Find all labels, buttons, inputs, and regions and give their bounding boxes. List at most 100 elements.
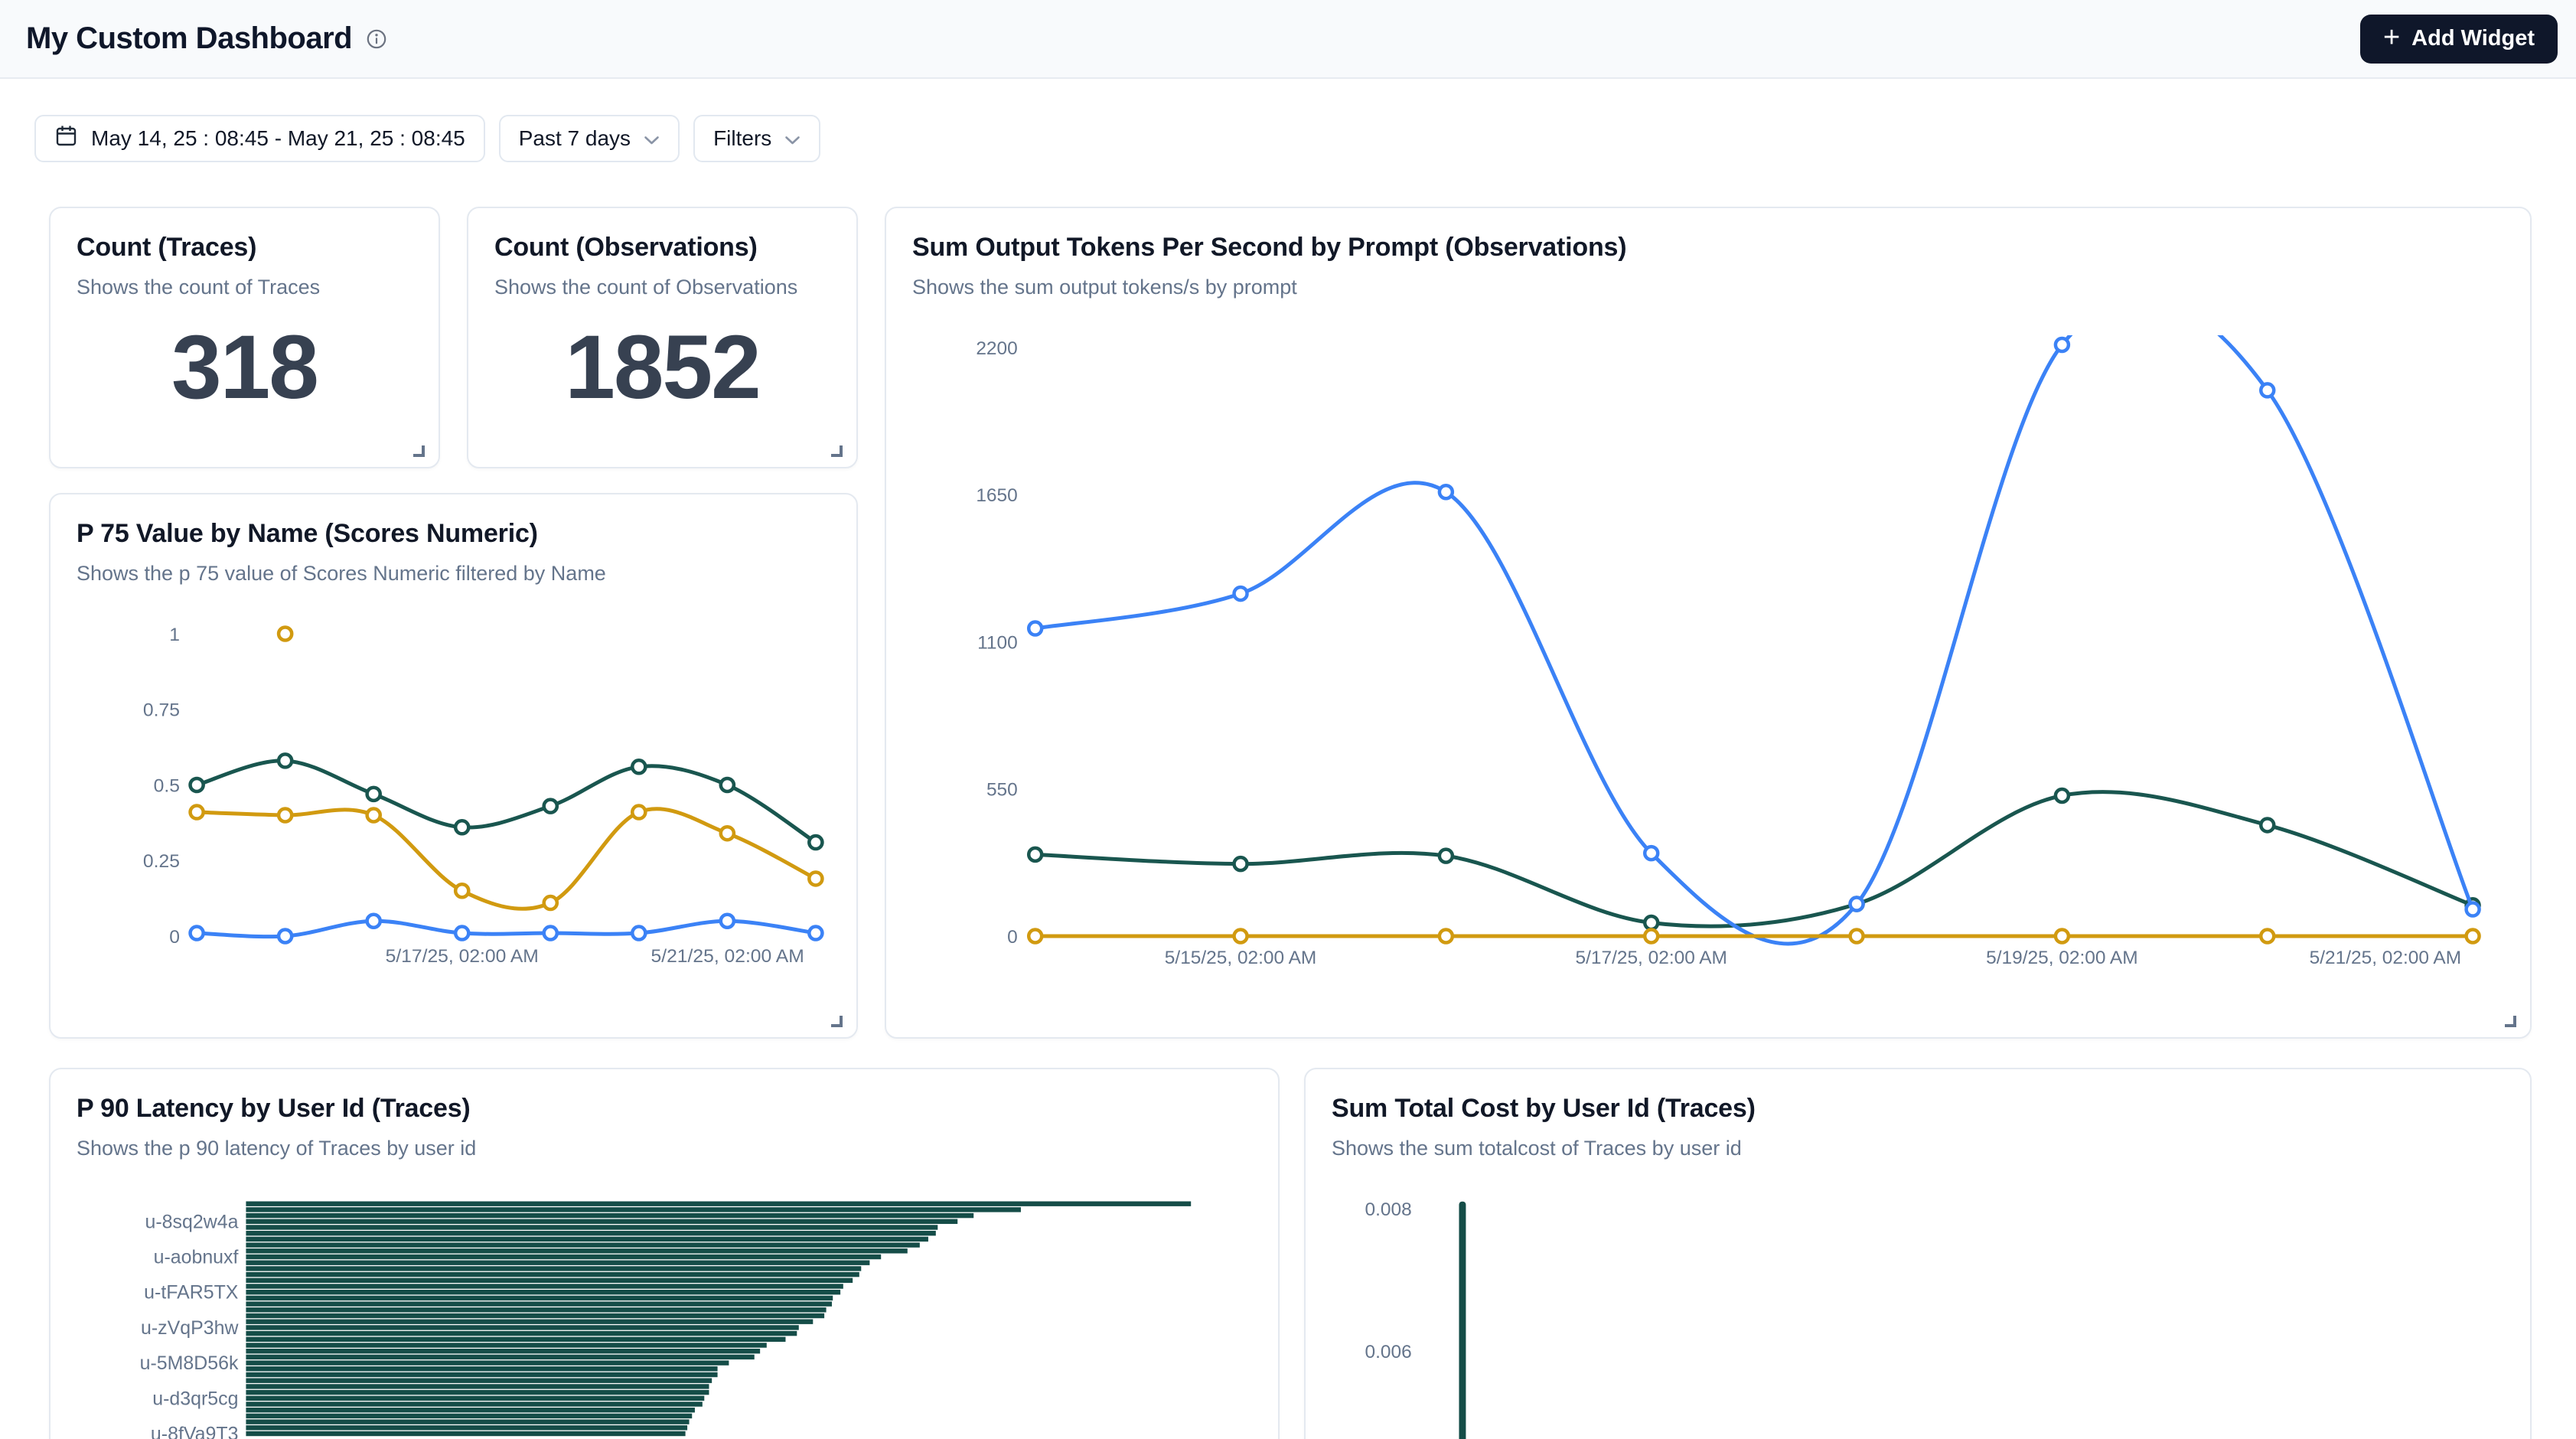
date-preset-value: Past 7 days [519,126,631,151]
date-range-value: May 14, 25 : 08:45 - May 21, 25 : 08:45 [91,126,465,151]
bar [246,1242,919,1247]
bar [246,1202,1191,1206]
bar [246,1231,935,1235]
widget-subtitle: Shows the p 90 latency of Traces by user… [77,1135,1252,1161]
widget-title: Count (Traces) [77,231,412,263]
bar [246,1419,689,1424]
markers-score-series-blue [191,915,823,943]
filters-dropdown[interactable]: Filters [693,115,820,162]
markers-prompt-series-green [1029,789,2479,929]
bar [246,1313,824,1318]
y-axis-labels: 0.008 0.006 [1365,1199,1412,1362]
bar [1459,1202,1466,1439]
svg-text:u-tFAR5TX: u-tFAR5TX [144,1282,239,1304]
filter-toolbar: May 14, 25 : 08:45 - May 21, 25 : 08:45 … [34,115,2532,162]
widget-title: P 90 Latency by User Id (Traces) [77,1092,1252,1124]
widget-tokens-per-second: Sum Output Tokens Per Second by Prompt (… [885,207,2532,1039]
line-score-series-gold [197,809,816,909]
bar [246,1396,704,1401]
resize-handle-icon[interactable] [413,445,425,457]
line-prompt-series-blue [1035,335,2473,944]
bar [246,1343,766,1347]
svg-text:5/19/25, 02:00 AM: 5/19/25, 02:00 AM [1986,948,2137,968]
bar [246,1272,859,1277]
bar [246,1213,973,1218]
widget-subtitle: Shows the count of Observations [494,274,830,300]
bar [246,1307,826,1312]
svg-text:0.75: 0.75 [143,700,180,721]
bar [246,1349,760,1353]
widget-title: P 75 Value by Name (Scores Numeric) [77,517,830,550]
widget-title: Sum Output Tokens Per Second by Prompt (… [912,231,2504,263]
bar [246,1360,729,1365]
plus-icon: + [2383,23,2400,52]
svg-text:0.006: 0.006 [1365,1342,1412,1362]
widget-subtitle: Shows the p 75 value of Scores Numeric f… [77,560,830,586]
bar [246,1261,869,1265]
svg-text:5/21/25, 02:00 AM: 5/21/25, 02:00 AM [651,946,804,967]
add-widget-label: Add Widget [2411,26,2535,51]
widget-grid-top: Count (Traces) Shows the count of Traces… [49,207,2532,1039]
widget-count-traces: Count (Traces) Shows the count of Traces… [49,207,440,468]
x-axis-labels: 5/15/25, 02:00 AM5/17/25, 02:00 AM5/19/2… [1165,948,2461,968]
markers-score-series-gold-single [279,628,292,641]
bar [246,1248,907,1253]
bar [246,1355,754,1359]
info-icon[interactable] [366,28,387,50]
bar [246,1278,853,1283]
bar [246,1366,717,1371]
resize-handle-icon[interactable] [2505,1016,2516,1027]
page-title: My Custom Dashboard [26,21,352,56]
date-range-picker[interactable]: May 14, 25 : 08:45 - May 21, 25 : 08:45 [34,115,485,162]
p90-hbar-chart: u-8sq2w4au-aobnuxfu-tFAR5TXu-zVqP3hwu-5M… [77,1196,1252,1439]
svg-text:u-zVqP3hw: u-zVqP3hw [141,1317,239,1339]
p75-line-chart: 00.250.50.7515/17/25, 02:00 AM5/21/25, 0… [77,622,830,981]
widget-subtitle: Shows the sum totalcost of Traces by use… [1332,1135,2504,1161]
resize-handle-icon[interactable] [831,445,843,457]
widget-sum-total-cost: Sum Total Cost by User Id (Traces) Shows… [1304,1068,2532,1439]
widget-title: Count (Observations) [494,231,830,263]
date-preset-dropdown[interactable]: Past 7 days [499,115,680,162]
widget-p75-value: P 75 Value by Name (Scores Numeric) Show… [49,493,858,1039]
bar [246,1320,813,1324]
svg-text:0.008: 0.008 [1365,1199,1412,1220]
bar [246,1401,702,1406]
count-traces-value: 318 [77,300,412,444]
svg-text:0: 0 [1007,927,1018,948]
svg-text:550: 550 [986,780,1018,801]
category-labels: u-8sq2w4au-aobnuxfu-tFAR5TXu-zVqP3hwu-5M… [140,1211,240,1439]
bar [246,1325,798,1330]
latency-bars [246,1202,1191,1437]
svg-text:u-d3qr5cg: u-d3qr5cg [152,1388,238,1409]
tokens-line-chart: 05501100165022005/15/25, 02:00 AM5/17/25… [912,335,2504,994]
x-axis-labels: 5/17/25, 02:00 AM5/21/25, 02:00 AM [386,946,804,967]
bar [246,1301,832,1306]
y-axis-labels: 0550110016502200 [976,338,1017,948]
bar [246,1255,881,1259]
svg-text:0.25: 0.25 [143,851,180,872]
svg-text:1: 1 [169,625,180,645]
bar [246,1425,687,1430]
line-prompt-series-green [1035,792,2473,927]
svg-text:0: 0 [169,927,180,948]
svg-text:u-8sq2w4a: u-8sq2w4a [145,1211,239,1232]
svg-text:5/17/25, 02:00 AM: 5/17/25, 02:00 AM [1575,948,1727,968]
bar [246,1290,840,1294]
widget-title: Sum Total Cost by User Id (Traces) [1332,1092,2504,1124]
dashboard-header: My Custom Dashboard + Add Widget [0,0,2576,79]
svg-text:u-aobnuxf: u-aobnuxf [154,1246,239,1268]
svg-text:1650: 1650 [976,485,1017,506]
svg-text:u-8fVa9T3: u-8fVa9T3 [151,1423,239,1439]
calendar-icon [54,124,78,153]
bar [246,1384,709,1388]
chevron-down-icon [784,126,801,151]
add-widget-button[interactable]: + Add Widget [2360,15,2558,64]
bar [246,1225,937,1229]
resize-handle-icon[interactable] [831,1016,843,1027]
bar [246,1390,709,1395]
bar [246,1296,833,1300]
svg-text:5/21/25, 02:00 AM: 5/21/25, 02:00 AM [2310,948,2461,968]
bar [246,1379,712,1383]
bar [246,1219,957,1224]
bar [246,1331,797,1336]
